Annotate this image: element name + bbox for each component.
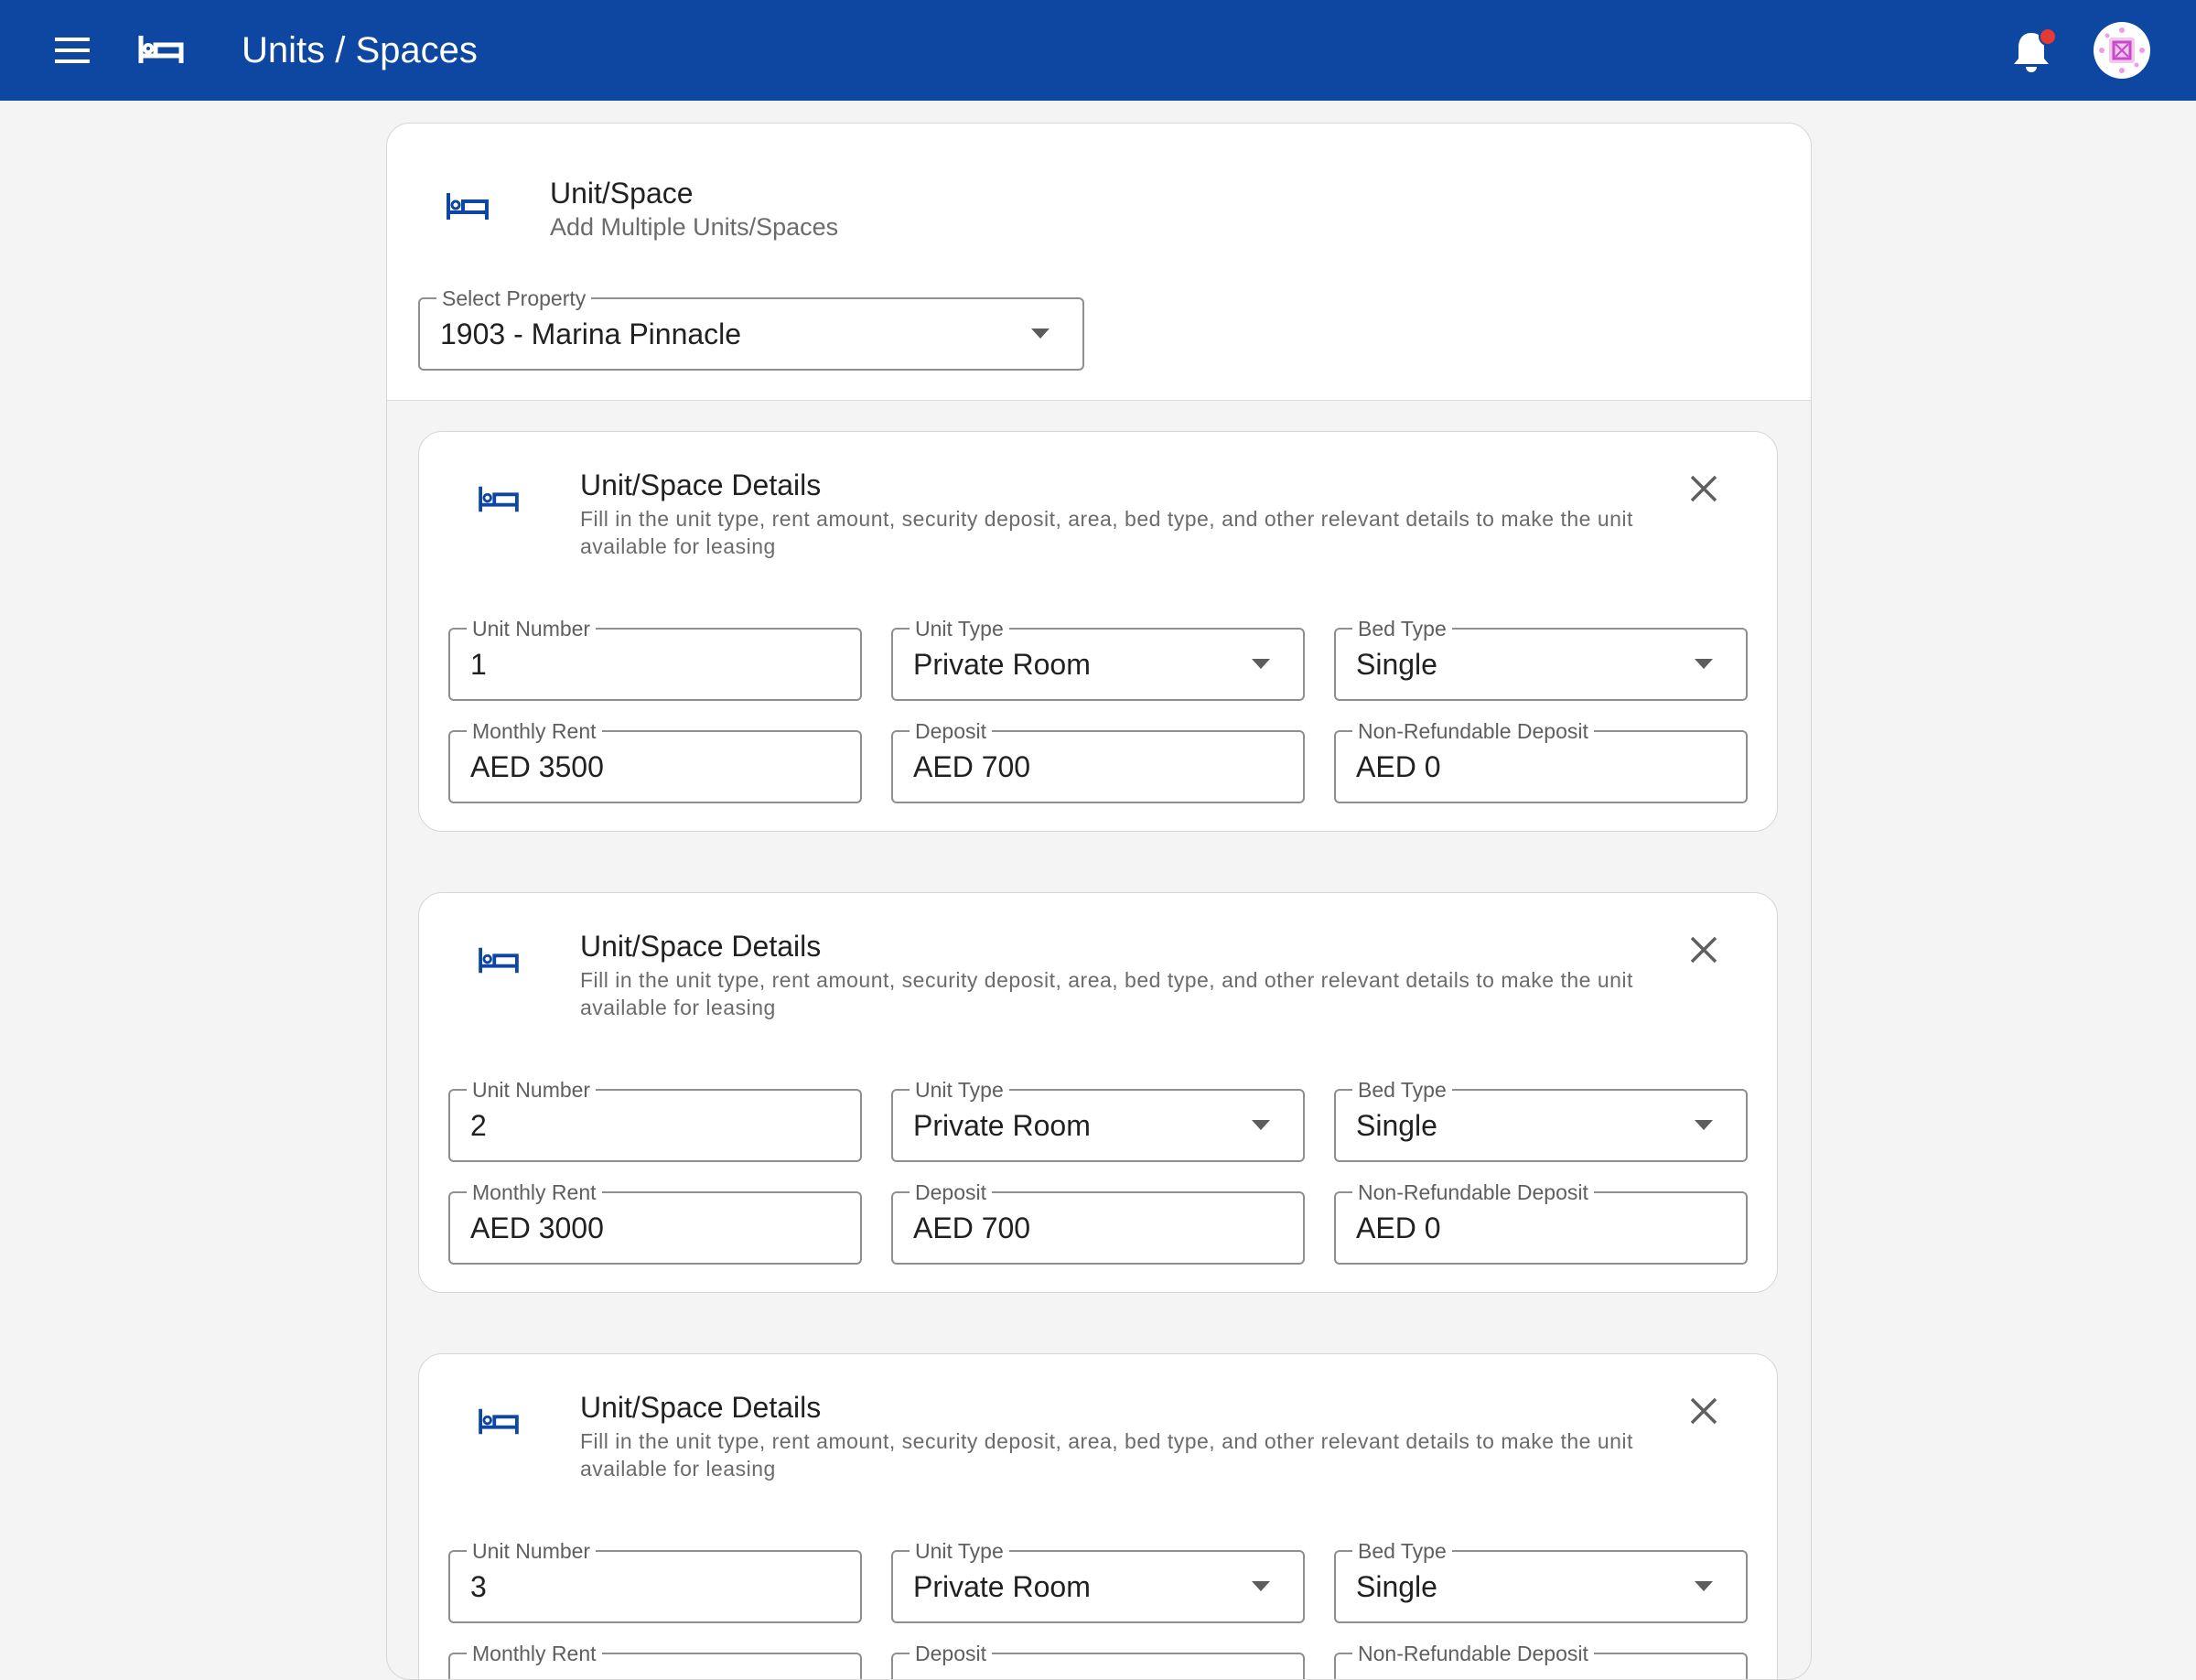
monthly-rent-field[interactable]: Monthly Rent AED 3500 — [448, 719, 862, 803]
bed-type-dropdown[interactable]: Bed Type Single — [1334, 1078, 1748, 1162]
field-value: 3 — [470, 1569, 487, 1603]
field-value: AED 3000 — [470, 1211, 604, 1244]
unit-type-dropdown[interactable]: Unit Type Private Room — [891, 1078, 1305, 1162]
non-refundable-deposit-field[interactable]: Non-Refundable Deposit AED 0 — [1334, 1180, 1748, 1265]
field-value: Single — [1356, 647, 1437, 681]
field-value: Single — [1356, 1108, 1437, 1142]
field-value: 1903 - Marina Pinnacle — [440, 317, 742, 350]
app-bar: Units / Spaces — [0, 0, 2196, 101]
unit-card: Unit/Space Details Fill in the unit type… — [418, 892, 1778, 1293]
unit-card-title: Unit/Space Details — [580, 930, 822, 963]
non-refundable-deposit-field[interactable]: Non-Refundable Deposit AED 0 — [1334, 719, 1748, 803]
close-icon[interactable] — [1685, 932, 1722, 968]
unit-card: Unit/Space Details Fill in the unit type… — [418, 431, 1778, 832]
chevron-down-icon — [1695, 659, 1713, 669]
field-value: AED 0 — [1356, 1211, 1441, 1244]
field-value: AED 700 — [913, 1211, 1031, 1244]
field-value: Private Room — [913, 647, 1091, 681]
menu-icon[interactable] — [51, 32, 95, 69]
monthly-rent-field[interactable]: Monthly Rent — [448, 1642, 862, 1679]
bed-icon — [479, 486, 519, 512]
unit-number-field[interactable]: Unit Number 3 — [448, 1539, 862, 1623]
field-label: Non-Refundable Deposit — [1352, 1642, 1594, 1665]
bed-icon — [447, 193, 489, 220]
unit-type-dropdown[interactable]: Unit Type Private Room — [891, 1539, 1305, 1623]
unit-card-title: Unit/Space Details — [580, 468, 822, 501]
unit-number-field[interactable]: Unit Number 1 — [448, 617, 862, 701]
non-refundable-deposit-field[interactable]: Non-Refundable Deposit — [1334, 1642, 1748, 1679]
form-subtitle: Add Multiple Units/Spaces — [550, 213, 839, 241]
field-value: Private Room — [913, 1569, 1091, 1603]
chevron-down-icon — [1252, 659, 1270, 669]
unit-card-description: Fill in the unit type, rent amount, secu… — [580, 507, 1633, 558]
select-property-dropdown[interactable]: Select Property 1903 - Marina Pinnacle — [418, 286, 1084, 371]
bed-type-dropdown[interactable]: Bed Type Single — [1334, 617, 1748, 701]
unit-type-dropdown[interactable]: Unit Type Private Room — [891, 617, 1305, 701]
field-value: Private Room — [913, 1108, 1091, 1142]
field-value: 2 — [470, 1108, 487, 1142]
unit-card: Unit/Space Details Fill in the unit type… — [418, 1353, 1778, 1679]
avatar[interactable] — [2094, 22, 2150, 79]
unit-card-title: Unit/Space Details — [580, 1391, 822, 1424]
bed-icon — [479, 1408, 519, 1435]
bed-icon — [138, 36, 184, 63]
unit-card-description: Fill in the unit type, rent amount, secu… — [580, 1429, 1633, 1481]
deposit-field[interactable]: Deposit — [891, 1642, 1305, 1679]
close-icon[interactable] — [1685, 470, 1722, 507]
chevron-down-icon — [1031, 328, 1050, 339]
chevron-down-icon — [1252, 1120, 1270, 1130]
field-label: Deposit — [910, 1642, 992, 1665]
deposit-field[interactable]: Deposit AED 700 — [891, 719, 1305, 803]
chevron-down-icon — [1695, 1120, 1713, 1130]
form-header: Unit/Space Add Multiple Units/Spaces Sel… — [387, 124, 1811, 401]
field-label: Monthly Rent — [467, 1642, 602, 1665]
monthly-rent-field[interactable]: Monthly Rent AED 3000 — [448, 1180, 862, 1265]
form-title: Unit/Space — [550, 177, 694, 210]
field-value: AED 0 — [1356, 749, 1441, 783]
chevron-down-icon — [1252, 1581, 1270, 1591]
bed-icon — [479, 947, 519, 974]
field-value: AED 3500 — [470, 749, 604, 783]
chevron-down-icon — [1695, 1581, 1713, 1591]
unit-card-description: Fill in the unit type, rent amount, secu… — [580, 968, 1633, 1019]
deposit-field[interactable]: Deposit AED 700 — [891, 1180, 1305, 1265]
field-value: 1 — [470, 647, 487, 681]
unit-number-field[interactable]: Unit Number 2 — [448, 1078, 862, 1162]
field-value: AED 700 — [913, 749, 1031, 783]
close-icon[interactable] — [1685, 1393, 1722, 1429]
field-value: Single — [1356, 1569, 1437, 1603]
units-form-card: Unit/Space Add Multiple Units/Spaces Sel… — [386, 123, 1812, 1680]
bed-type-dropdown[interactable]: Bed Type Single — [1334, 1539, 1748, 1623]
notification-badge — [2039, 27, 2057, 46]
page-title: Units / Spaces — [242, 30, 478, 70]
